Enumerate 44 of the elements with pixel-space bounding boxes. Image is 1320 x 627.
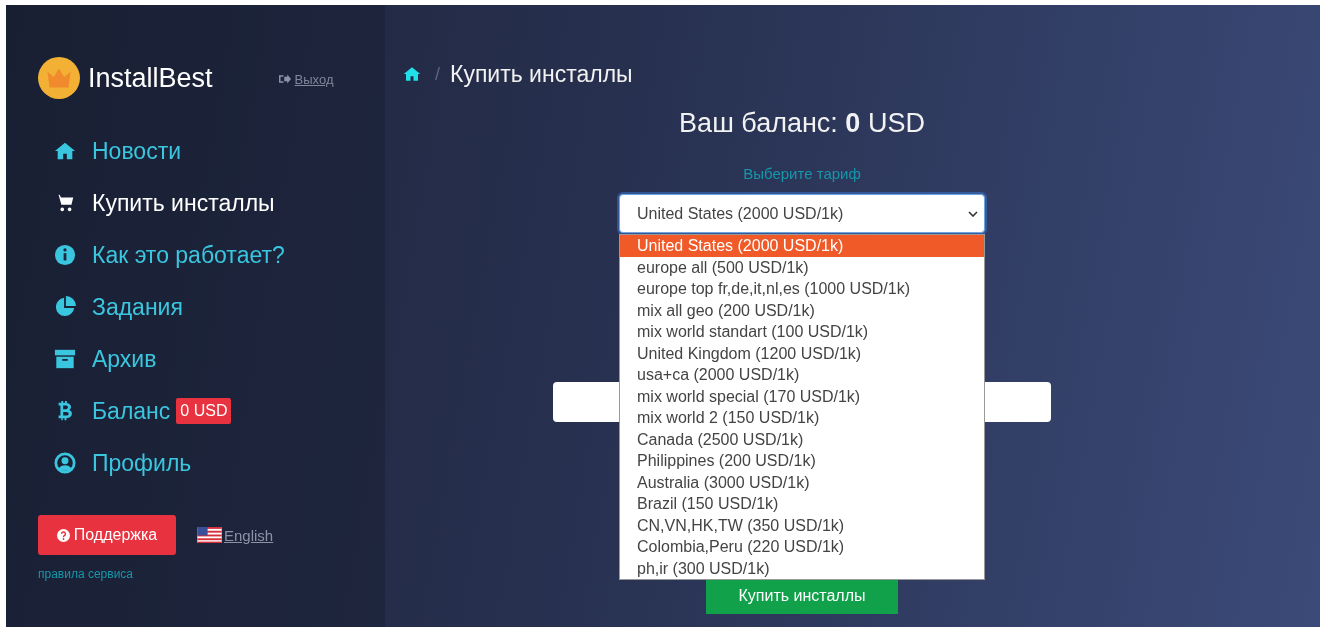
- nav-item[interactable]: Задания: [54, 281, 385, 333]
- info-icon: [54, 244, 76, 266]
- home-icon: [54, 140, 76, 162]
- nav-item[interactable]: Баланс 0 USD: [54, 385, 385, 437]
- logout-link[interactable]: Выход: [278, 71, 334, 87]
- dropdown-option[interactable]: Brazil (150 USD/1k): [620, 493, 984, 515]
- dropdown-option[interactable]: Philippines (200 USD/1k): [620, 450, 984, 472]
- breadcrumb-separator: /: [435, 63, 440, 85]
- dropdown-option[interactable]: mix world 2 (150 USD/1k): [620, 407, 984, 429]
- language-link[interactable]: English: [197, 526, 274, 544]
- dropdown-option[interactable]: europe all (500 USD/1k): [620, 256, 984, 278]
- flag-icon: [197, 527, 222, 543]
- dropdown-option[interactable]: Colombia,Peru (220 USD/1k): [620, 536, 984, 558]
- pie-chart-icon: [54, 296, 76, 318]
- dropdown-option[interactable]: Canada (2500 USD/1k): [620, 428, 984, 450]
- crown-logo-icon: [38, 57, 80, 99]
- nav-item[interactable]: Профиль: [54, 437, 385, 489]
- dropdown-option[interactable]: mix all geo (200 USD/1k): [620, 299, 984, 321]
- balance-badge: 0 USD: [176, 398, 232, 424]
- archive-icon: [54, 348, 76, 370]
- nav-item[interactable]: Архив: [54, 333, 385, 385]
- question-icon: [56, 528, 70, 542]
- brand-name: InstallBest: [88, 62, 213, 94]
- exit-icon: [278, 74, 291, 84]
- chevron-down-icon: [968, 210, 978, 217]
- tariff-select[interactable]: United States (2000 USD/1k): [619, 194, 985, 233]
- nav-item[interactable]: Как это работает?: [54, 229, 385, 281]
- dropdown-option[interactable]: Australia (3000 USD/1k): [620, 471, 984, 493]
- dropdown-option[interactable]: europe top fr,de,it,nl,es (1000 USD/1k): [620, 278, 984, 300]
- dropdown-option[interactable]: ph,ir (300 USD/1k): [620, 557, 984, 579]
- support-button[interactable]: Поддержка: [38, 515, 176, 555]
- dropdown-option[interactable]: mix world special (170 USD/1k): [620, 385, 984, 407]
- home-icon: [403, 65, 421, 83]
- dropdown-option[interactable]: usa+ca (2000 USD/1k): [620, 364, 984, 386]
- user-icon: [54, 452, 76, 474]
- breadcrumb-current: Купить инсталлы: [450, 60, 633, 88]
- nav-item[interactable]: Купить инсталлы: [54, 177, 385, 229]
- dropdown-option[interactable]: mix world standart (100 USD/1k): [620, 321, 984, 343]
- dropdown-option[interactable]: United Kingdom (1200 USD/1k): [620, 342, 984, 364]
- rules-link[interactable]: правила сервиса: [38, 567, 134, 581]
- tariff-label: Выберите тариф: [743, 165, 861, 182]
- nav-item[interactable]: Новости: [54, 125, 385, 177]
- dropdown-option[interactable]: CN,VN,HK,TW (350 USD/1k): [620, 514, 984, 536]
- balance-title: Ваш баланс: 0 USD: [679, 108, 925, 139]
